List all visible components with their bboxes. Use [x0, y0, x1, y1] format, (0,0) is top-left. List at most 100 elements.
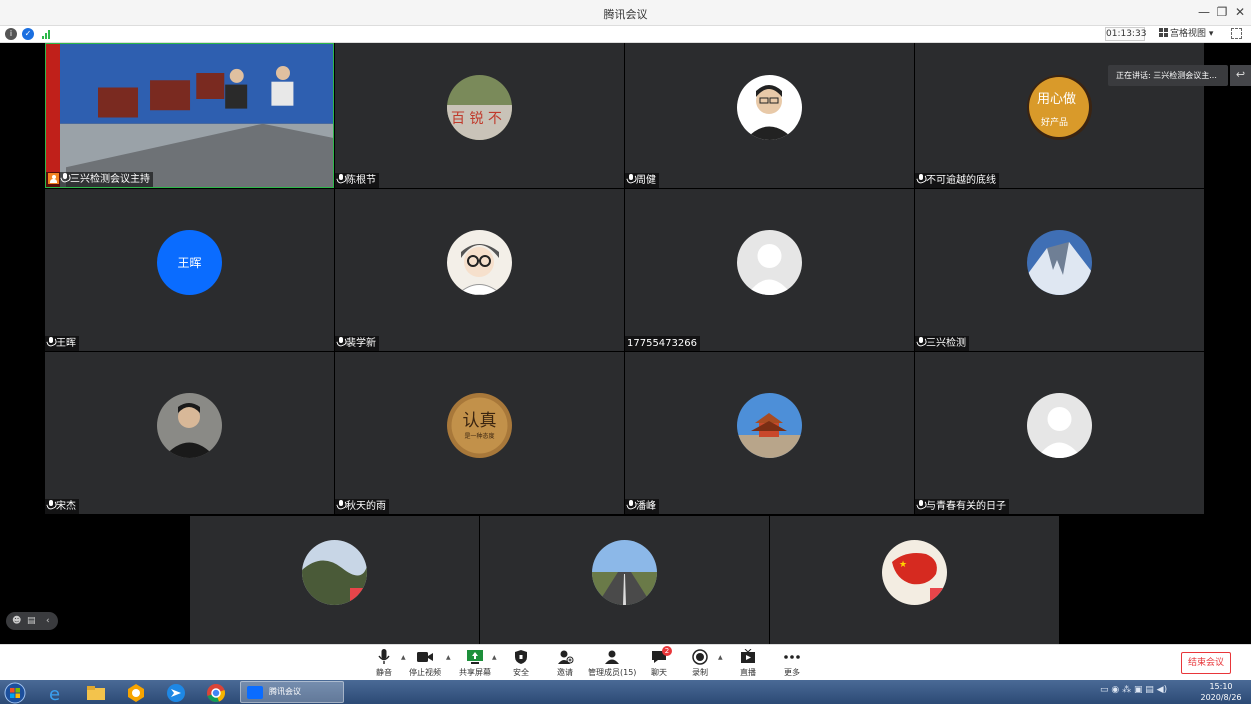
participant-name: 潘峰 — [636, 501, 656, 512]
live-button[interactable]: 直播 — [734, 647, 762, 679]
participant-name: 宋杰 — [56, 501, 76, 512]
microphone-icon — [61, 173, 69, 183]
taskbar-tencent-meeting[interactable]: 腾讯会议 — [240, 681, 344, 703]
window-title: 腾讯会议 — [603, 8, 648, 21]
participant-name: 17755473266 — [627, 338, 697, 349]
mute-button[interactable]: 静音 — [370, 647, 398, 679]
shield-icon[interactable]: ✓ — [22, 28, 34, 40]
members-button[interactable]: 管理成员(15) — [588, 647, 636, 679]
signal-icon[interactable] — [42, 29, 54, 39]
participant-name: 三兴检测会议主持 — [70, 174, 150, 185]
avatar-initials: 王晖 — [177, 256, 201, 270]
participant-avatar — [302, 540, 367, 605]
caption-icon[interactable]: ▤ — [27, 616, 36, 626]
options-caret-icon[interactable]: ▲ — [492, 654, 497, 661]
arrow-app-icon[interactable] — [164, 682, 200, 702]
clock-time: 15:10 — [1209, 682, 1233, 691]
start-button[interactable] — [3, 682, 39, 704]
grid-icon — [1159, 28, 1168, 37]
restore-button[interactable]: ❐ — [1214, 4, 1230, 20]
microphone-icon — [917, 174, 925, 184]
info-icon[interactable]: i — [5, 28, 17, 40]
control-label: 安全 — [513, 668, 529, 677]
options-caret-icon[interactable]: ▲ — [446, 654, 451, 661]
video-tile[interactable]: 宋杰 — [45, 352, 334, 514]
host-video-feed — [46, 44, 333, 187]
system-clock[interactable]: 15:10 2020/8/26 — [1195, 681, 1247, 703]
video-tile[interactable]: 17755473266 — [625, 189, 914, 351]
meeting-timer: 01:13:33 — [1105, 27, 1147, 41]
video-tile[interactable]: 百 锐 不陈根节 — [335, 43, 624, 188]
video-tile[interactable]: 与青春有关的日子 — [915, 352, 1204, 514]
participant-name: 周健 — [636, 175, 656, 186]
microphone-icon — [917, 500, 925, 510]
share-button[interactable]: 共享屏幕 — [450, 647, 500, 679]
participant-name-tag: 秋天的雨 — [335, 499, 389, 514]
record-button[interactable]: 录制 — [686, 647, 714, 679]
microphone-icon — [627, 174, 635, 184]
control-label: 直播 — [740, 668, 756, 677]
participant-avatar — [737, 230, 802, 295]
fullscreen-icon[interactable] — [1231, 28, 1242, 39]
microphone-icon — [47, 500, 55, 510]
participant-avatar — [447, 230, 512, 295]
folder-icon[interactable] — [84, 682, 120, 702]
video-tile[interactable]: 裴学新 — [335, 189, 624, 351]
end-meeting-button[interactable]: 结束会议 — [1181, 652, 1231, 674]
side-controls: ☻ ▤ ‹ — [6, 612, 58, 630]
svg-text:百 锐 不: 百 锐 不 — [451, 111, 502, 127]
options-caret-icon[interactable]: ▲ — [718, 654, 723, 661]
options-caret-icon[interactable]: ▲ — [401, 654, 406, 661]
participant-name-tag: 与青春有关的日子 — [915, 499, 1009, 514]
participant-avatar: 用心做 好产品 — [1027, 75, 1092, 140]
participant-name-tag: 王晖 — [45, 336, 79, 351]
view-label: 宫格视图 — [1170, 29, 1207, 39]
collapse-arrow-icon[interactable]: ↩ — [1230, 65, 1251, 86]
control-label: 邀请 — [557, 668, 573, 677]
video-tile[interactable]: 认真 是一种态度秋天的雨 — [335, 352, 624, 514]
video-tile[interactable] — [190, 516, 479, 644]
ie-icon[interactable]: e — [44, 682, 80, 704]
unread-badge: 2 — [662, 646, 672, 656]
video-button[interactable]: 停止视频 — [405, 647, 445, 679]
face-icon[interactable]: ☻ — [12, 616, 21, 626]
add-user-icon — [556, 649, 574, 665]
video-tile[interactable] — [480, 516, 769, 644]
control-bar: 静音 停止视频 共享屏幕 安全 邀请 管理成员(15) 2 聊天 录制 直播 更多… — [0, 644, 1251, 680]
svg-text:★: ★ — [899, 560, 907, 570]
participant-name-tag: 三兴检测会议主持 — [46, 172, 153, 187]
shield-icon — [512, 649, 530, 665]
taskbar-app-label: 腾讯会议 — [269, 687, 301, 696]
more-button[interactable]: 更多 — [778, 647, 806, 679]
participant-avatar — [1027, 230, 1092, 295]
video-tile[interactable]: 周健 — [625, 43, 914, 188]
participant-name-tag: 周健 — [625, 173, 659, 188]
participant-name: 秋天的雨 — [346, 501, 386, 512]
chat-button[interactable]: 2 聊天 — [645, 646, 673, 679]
close-button[interactable]: ✕ — [1232, 4, 1248, 20]
title-bar: 腾讯会议 — ❐ ✕ — [0, 0, 1251, 26]
video-tile[interactable]: 王晖 王晖 — [45, 189, 334, 351]
video-tile[interactable]: ★ — [770, 516, 1059, 644]
more-icon — [783, 649, 801, 665]
participant-avatar — [1027, 393, 1092, 458]
video-tile[interactable]: 三兴检测会议主持 — [45, 43, 334, 188]
video-tile[interactable]: 潘峰 — [625, 352, 914, 514]
tray-icons[interactable]: ▭ ◉ ⁂ ▣ ▤ ◀) — [1100, 685, 1167, 695]
hexagon-app-icon[interactable] — [124, 682, 160, 702]
grid-view-dropdown[interactable]: 宫格视图 ▾ — [1159, 27, 1219, 41]
video-tile[interactable]: 三兴检测 — [915, 189, 1204, 351]
record-icon — [691, 649, 709, 665]
members-icon — [603, 649, 621, 665]
minimize-button[interactable]: — — [1196, 4, 1212, 20]
svg-text:认真: 认真 — [463, 411, 497, 431]
chrome-icon[interactable] — [204, 682, 240, 703]
clock-date: 2020/8/26 — [1200, 693, 1242, 702]
tencent-meeting-icon — [247, 686, 263, 699]
participant-avatar — [592, 540, 657, 605]
security-button[interactable]: 安全 — [506, 647, 536, 679]
participant-avatar: 认真 是一种态度 — [447, 393, 512, 458]
chevron-left-icon[interactable]: ‹ — [46, 616, 50, 626]
invite-button[interactable]: 邀请 — [550, 647, 580, 679]
participant-avatar: 百 锐 不 — [447, 75, 512, 140]
